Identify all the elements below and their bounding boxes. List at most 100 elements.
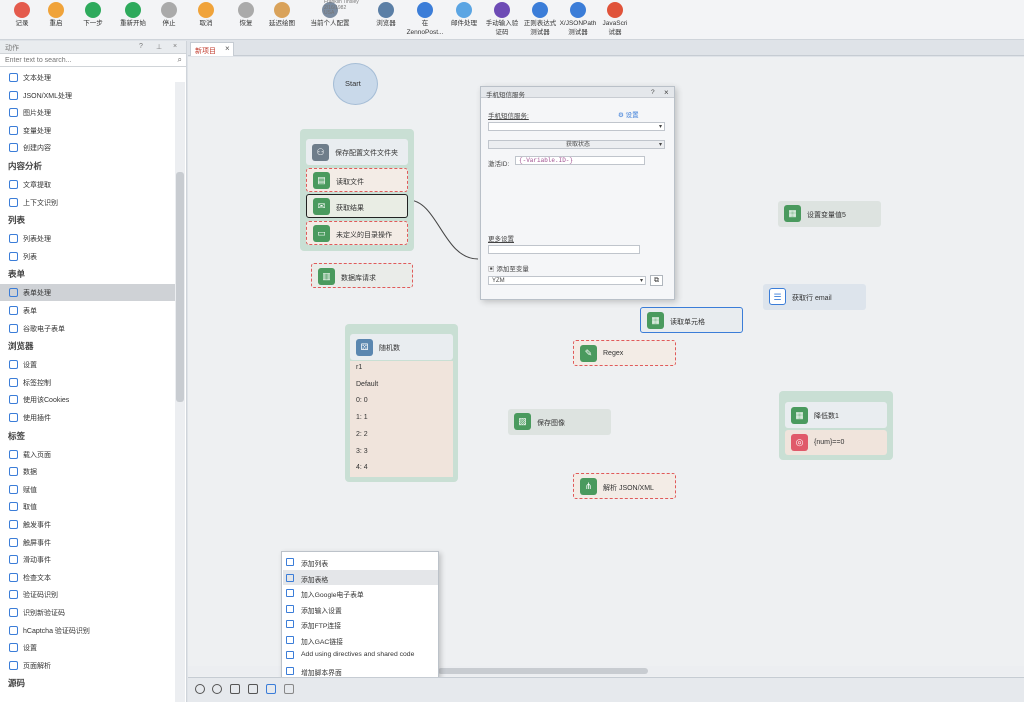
action-item[interactable]: 列表处理 — [0, 230, 175, 247]
toolbar-button-redo[interactable]: 恢复 — [226, 1, 266, 39]
toolbar-button-restart[interactable]: 重启 — [36, 1, 76, 39]
more-settings-input[interactable] — [488, 245, 640, 254]
action-item[interactable]: 使用该Cookies — [0, 391, 175, 408]
action-item[interactable]: 文本处理 — [0, 69, 175, 86]
toolbar-button-next-step[interactable]: 下一步 — [73, 1, 113, 39]
random-option[interactable]: 4: 4 — [356, 464, 368, 471]
close-icon[interactable]: × — [173, 43, 177, 50]
action-item[interactable]: 页面解析 — [0, 657, 175, 674]
service-select[interactable]: ▾ — [488, 122, 665, 131]
toolbar-button-xpath[interactable]: X/JSONPath 测试器 — [558, 1, 598, 39]
action-item[interactable]: 识别新验证码 — [0, 604, 175, 621]
action-item[interactable]: 变量处理 — [0, 122, 175, 139]
action-item[interactable]: 表单处理 — [0, 284, 175, 302]
context-menu-item[interactable]: 添加表格 — [283, 569, 438, 585]
action-item[interactable]: 标签控制 — [0, 374, 175, 391]
db-request-node[interactable]: ▥ 数据库请求 — [311, 263, 413, 288]
context-menu-item[interactable]: 增加脚本界面 — [283, 663, 438, 679]
tab-new-project[interactable]: 新项目 × — [190, 42, 234, 56]
save-image-node[interactable]: ▨ 保存图像 — [508, 409, 611, 435]
directory-op-node[interactable]: ▭ 未定义的目录操作 — [306, 221, 408, 245]
group-header-node[interactable]: ⚇ 保存配置文件文件夹 — [306, 139, 408, 165]
random-group[interactable]: ⚄ 随机数 r1 Default 0: 0 1: 1 2: 2 3: 3 4: 4 — [345, 324, 458, 482]
action-item[interactable]: 载入页面 — [0, 446, 175, 463]
add-icon[interactable] — [284, 684, 294, 694]
toolbar-button-captcha[interactable]: 手动输入验 证码 — [482, 1, 522, 39]
actions-scrollbar[interactable] — [175, 82, 185, 702]
toolbar-button-undo[interactable]: 取消 — [186, 1, 226, 39]
action-item[interactable]: JSON/XML处理 — [0, 87, 175, 104]
activation-id-input[interactable]: {-Variable.ID-} — [515, 156, 645, 165]
toolbar-button-hourglass[interactable]: 延迟绘图 — [262, 1, 302, 39]
status-select[interactable]: 获取状态 ▾ — [488, 140, 665, 149]
start-node[interactable]: Start — [333, 63, 378, 105]
action-item[interactable]: 赋值 — [0, 481, 175, 498]
help-icon[interactable]: ? — [139, 43, 143, 50]
counter-group[interactable]: ▦ 降低数1 ◎ {num}==0 — [779, 391, 893, 460]
read-cell-node[interactable]: ▦ 读取单元格 — [640, 307, 743, 333]
toolbar-button-javascript[interactable]: JavaScri 试器 — [595, 1, 635, 39]
random-option[interactable]: 3: 3 — [356, 448, 368, 455]
action-item[interactable]: 列表 — [0, 248, 175, 265]
toolbar-button-zennoposter[interactable]: 在 ZennoPost... — [405, 1, 445, 39]
action-category[interactable]: 表单 — [0, 265, 175, 282]
random-option[interactable]: r1 — [356, 364, 362, 371]
toolbar-button-mail[interactable]: 邮件处理 — [444, 1, 484, 39]
dialog-close-icon[interactable]: × — [664, 88, 669, 97]
canvas-scroll-thumb[interactable] — [438, 668, 648, 674]
context-menu-item[interactable]: 添加输入设置 — [283, 601, 438, 617]
context-menu-item[interactable]: Add using directives and shared code — [283, 647, 438, 663]
settings-icon[interactable] — [195, 684, 205, 694]
lock-icon[interactable] — [248, 684, 258, 694]
user-icon[interactable] — [212, 684, 222, 694]
action-item[interactable]: 数据 — [0, 463, 175, 480]
set-variable-node[interactable]: ▦ 设置变量值5 — [778, 201, 881, 227]
parse-json-node[interactable]: ⋔ 解析 JSON/XML — [573, 473, 676, 499]
action-item[interactable]: 谷歌电子表单 — [0, 320, 175, 337]
action-item[interactable]: 图片处理 — [0, 104, 175, 121]
tab-close-icon[interactable]: × — [225, 44, 230, 53]
condition-node[interactable]: ◎ {num}==0 — [785, 430, 887, 455]
action-category[interactable]: 标签 — [0, 427, 175, 444]
toolbar-button-start-over[interactable]: 重新开始 — [113, 1, 153, 39]
action-item[interactable]: 设置 — [0, 639, 175, 656]
toolbar-button-browser[interactable]: 浏览器 — [366, 1, 406, 39]
action-item[interactable]: 检查文本 — [0, 569, 175, 586]
actions-search-input[interactable] — [0, 54, 170, 66]
get-result-node[interactable]: ✉ 获取结果 — [306, 194, 408, 218]
action-item[interactable]: 触屏事件 — [0, 534, 175, 551]
read-file-node[interactable]: ▤ 读取文件 — [306, 168, 408, 192]
context-menu-item[interactable]: 加入GAC链接 — [283, 632, 438, 648]
action-item[interactable]: 上下文识别 — [0, 194, 175, 211]
grid-icon[interactable] — [230, 684, 240, 694]
dialog-help-icon[interactable]: ? — [651, 89, 655, 96]
action-item[interactable]: 滑动事件 — [0, 551, 175, 568]
random-option[interactable]: 0: 0 — [356, 397, 368, 404]
regex-node[interactable]: ✎ Regex — [573, 340, 676, 366]
random-option[interactable]: 2: 2 — [356, 431, 368, 438]
toolbar-button-regex[interactable]: 正则表达式 测试器 — [520, 1, 560, 39]
action-item[interactable]: 设置 — [0, 356, 175, 373]
action-group[interactable]: ⚇ 保存配置文件文件夹 ▤ 读取文件 ✉ 获取结果 ▭ 未定义的目录操作 — [300, 129, 414, 251]
action-item[interactable]: 取值 — [0, 498, 175, 515]
action-item[interactable]: hCaptcha 验证码识别 — [0, 622, 175, 639]
copy-button[interactable]: ⧉ — [650, 275, 663, 286]
checkbox-icon[interactable]: ▣ — [488, 266, 495, 273]
action-item[interactable]: 触发事件 — [0, 516, 175, 533]
action-category[interactable]: 列表 — [0, 211, 175, 228]
counter-node[interactable]: ▦ 降低数1 — [785, 402, 887, 428]
action-category[interactable]: 浏览器 — [0, 337, 175, 354]
random-option[interactable]: 1: 1 — [356, 414, 368, 421]
action-category[interactable]: 源码 — [0, 674, 175, 691]
context-menu-item[interactable]: 加入Google电子表单 — [283, 585, 438, 601]
settings-link[interactable]: ⚙ 设置 — [618, 109, 639, 119]
pin-icon[interactable]: ⊥ — [156, 43, 162, 51]
search-icon[interactable]: ⌕ — [178, 55, 182, 65]
toolbar-button-stop[interactable]: 停止 — [149, 1, 189, 39]
action-item[interactable]: 使用插件 — [0, 409, 175, 426]
context-menu-item[interactable]: 添加列表 — [283, 554, 438, 570]
get-row-node[interactable]: ☰ 获取行 email — [763, 284, 866, 310]
random-node[interactable]: ⚄ 随机数 — [350, 334, 453, 360]
action-item[interactable]: 表单 — [0, 302, 175, 319]
action-category[interactable]: 内容分析 — [0, 157, 175, 174]
